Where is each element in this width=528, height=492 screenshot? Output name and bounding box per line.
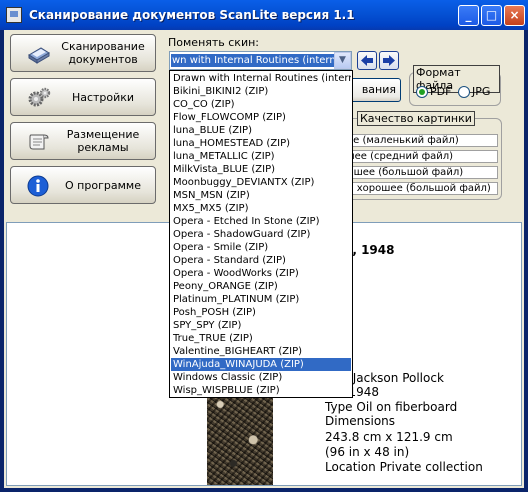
- info-icon: [27, 175, 49, 197]
- quality-option[interactable]: еднее (средний файл): [334, 150, 498, 163]
- skin-dropdown-item[interactable]: CO_CO (ZIP): [171, 98, 351, 111]
- gears-icon: [28, 87, 51, 107]
- minimize-button[interactable]: _: [458, 5, 479, 26]
- nav-about-label: О программе: [65, 178, 141, 192]
- skin-dropdown-item[interactable]: Moonbuggy_DEVIANTX (ZIP): [171, 176, 351, 189]
- arrow-left-icon: [361, 55, 373, 66]
- painting-info-line: (96 in x 48 in): [325, 445, 410, 459]
- nav-scan-button[interactable]: Сканирование документов: [10, 34, 156, 72]
- nav-about-button[interactable]: О программе: [10, 166, 156, 204]
- close-button[interactable]: ×: [504, 5, 525, 26]
- scroll-icon: [29, 134, 49, 150]
- scan-button[interactable]: вания: [349, 78, 401, 102]
- format-pdf-label: PDF: [430, 85, 452, 98]
- format-jpg-radio[interactable]: [458, 86, 470, 98]
- skin-dropdown-item[interactable]: Opera - ShadowGuard (ZIP): [171, 228, 351, 241]
- skin-dropdown-item[interactable]: Windows Classic (ZIP): [171, 371, 351, 384]
- skin-combobox[interactable]: wn with Internal Routines (internal) ▼: [169, 51, 352, 70]
- skin-dropdown-item[interactable]: Bikini_BIKINI2 (ZIP): [171, 85, 351, 98]
- skin-dropdown-item[interactable]: Opera - WoodWorks (ZIP): [171, 267, 351, 280]
- skin-dropdown-item[interactable]: MilkVista_BLUE (ZIP): [171, 163, 351, 176]
- skin-dropdown-item[interactable]: MX5_MX5 (ZIP): [171, 202, 351, 215]
- quality-option[interactable]: ень хорошее (большой файл): [334, 182, 498, 195]
- format-group: Формат файла PDF JPG: [409, 65, 501, 106]
- title-bar[interactable]: Сканирование документов ScanLite версия …: [0, 0, 528, 30]
- painting-info-line: Dimensions: [325, 414, 396, 428]
- skin-dropdown-item[interactable]: Posh_POSH (ZIP): [171, 306, 351, 319]
- skin-dropdown-item[interactable]: Opera - Etched In Stone (ZIP): [171, 215, 351, 228]
- quality-option[interactable]: орошее (большой файл): [334, 166, 498, 179]
- skin-dropdown-item[interactable]: luna_BLUE (ZIP): [171, 124, 351, 137]
- skin-combobox-value: wn with Internal Routines (internal): [171, 54, 334, 67]
- app-icon: [6, 7, 22, 23]
- skin-dropdown-item[interactable]: SPY_SPY (ZIP): [171, 319, 351, 332]
- prev-skin-button[interactable]: [357, 51, 377, 70]
- skin-dropdown-item[interactable]: luna_METALLIC (ZIP): [171, 150, 351, 163]
- skin-dropdown-list[interactable]: Drawn with Internal Routines (internal) B…: [169, 70, 353, 398]
- skin-dropdown-item[interactable]: luna_HOMESTEAD (ZIP): [171, 137, 351, 150]
- window-title: Сканирование документов ScanLite версия …: [29, 8, 355, 22]
- skin-dropdown-item[interactable]: MSN_MSN (ZIP): [171, 189, 351, 202]
- format-jpg-label: JPG: [472, 85, 491, 98]
- skin-dropdown-item[interactable]: True_TRUE (ZIP): [171, 332, 351, 345]
- skin-dropdown-item[interactable]: WinAjuda_WINAJUDA (ZIP): [171, 358, 351, 371]
- skin-dropdown-item[interactable]: Peony_ORANGE (ZIP): [171, 280, 351, 293]
- skin-dropdown-item[interactable]: Drawn with Internal Routines (internal): [171, 72, 351, 85]
- chevron-down-icon[interactable]: ▼: [334, 52, 351, 69]
- nav-scan-label: Сканирование документов: [61, 40, 145, 66]
- scanner-icon: [28, 47, 50, 64]
- skin-label: Поменять скин:: [168, 36, 260, 49]
- nav-ads-button[interactable]: Размещение рекламы: [10, 122, 156, 160]
- nav-ads-label: Размещение рекламы: [66, 128, 140, 154]
- skin-dropdown-item[interactable]: Opera - Standard (ZIP): [171, 254, 351, 267]
- quality-option[interactable]: охое (маленький файл): [334, 134, 498, 147]
- next-skin-button[interactable]: [379, 51, 399, 70]
- maximize-button[interactable]: □: [481, 5, 502, 26]
- painting-info-line: Location Private collection: [325, 460, 483, 474]
- arrow-right-icon: [383, 55, 395, 66]
- painting-info-line: Type Oil on fiberboard: [325, 400, 458, 414]
- skin-dropdown-item[interactable]: Flow_FLOWCOMP (ZIP): [171, 111, 351, 124]
- quality-group-title: Качество картинки: [357, 111, 475, 126]
- skin-dropdown-item[interactable]: Opera - Smile (ZIP): [171, 241, 351, 254]
- app-window: Сканирование документов ScanLite версия …: [0, 0, 528, 492]
- painting-info-line: 243.8 cm x 121.9 cm: [325, 430, 453, 444]
- nav-settings-button[interactable]: Настройки: [10, 78, 156, 116]
- skin-dropdown-item[interactable]: Wisp_WISPBLUE (ZIP): [171, 384, 351, 397]
- skin-dropdown-item[interactable]: Platinum_PLATINUM (ZIP): [171, 293, 351, 306]
- format-pdf-radio[interactable]: [416, 86, 428, 98]
- skin-dropdown-item[interactable]: Valentine_BIGHEART (ZIP): [171, 345, 351, 358]
- nav-settings-label: Настройки: [71, 90, 135, 104]
